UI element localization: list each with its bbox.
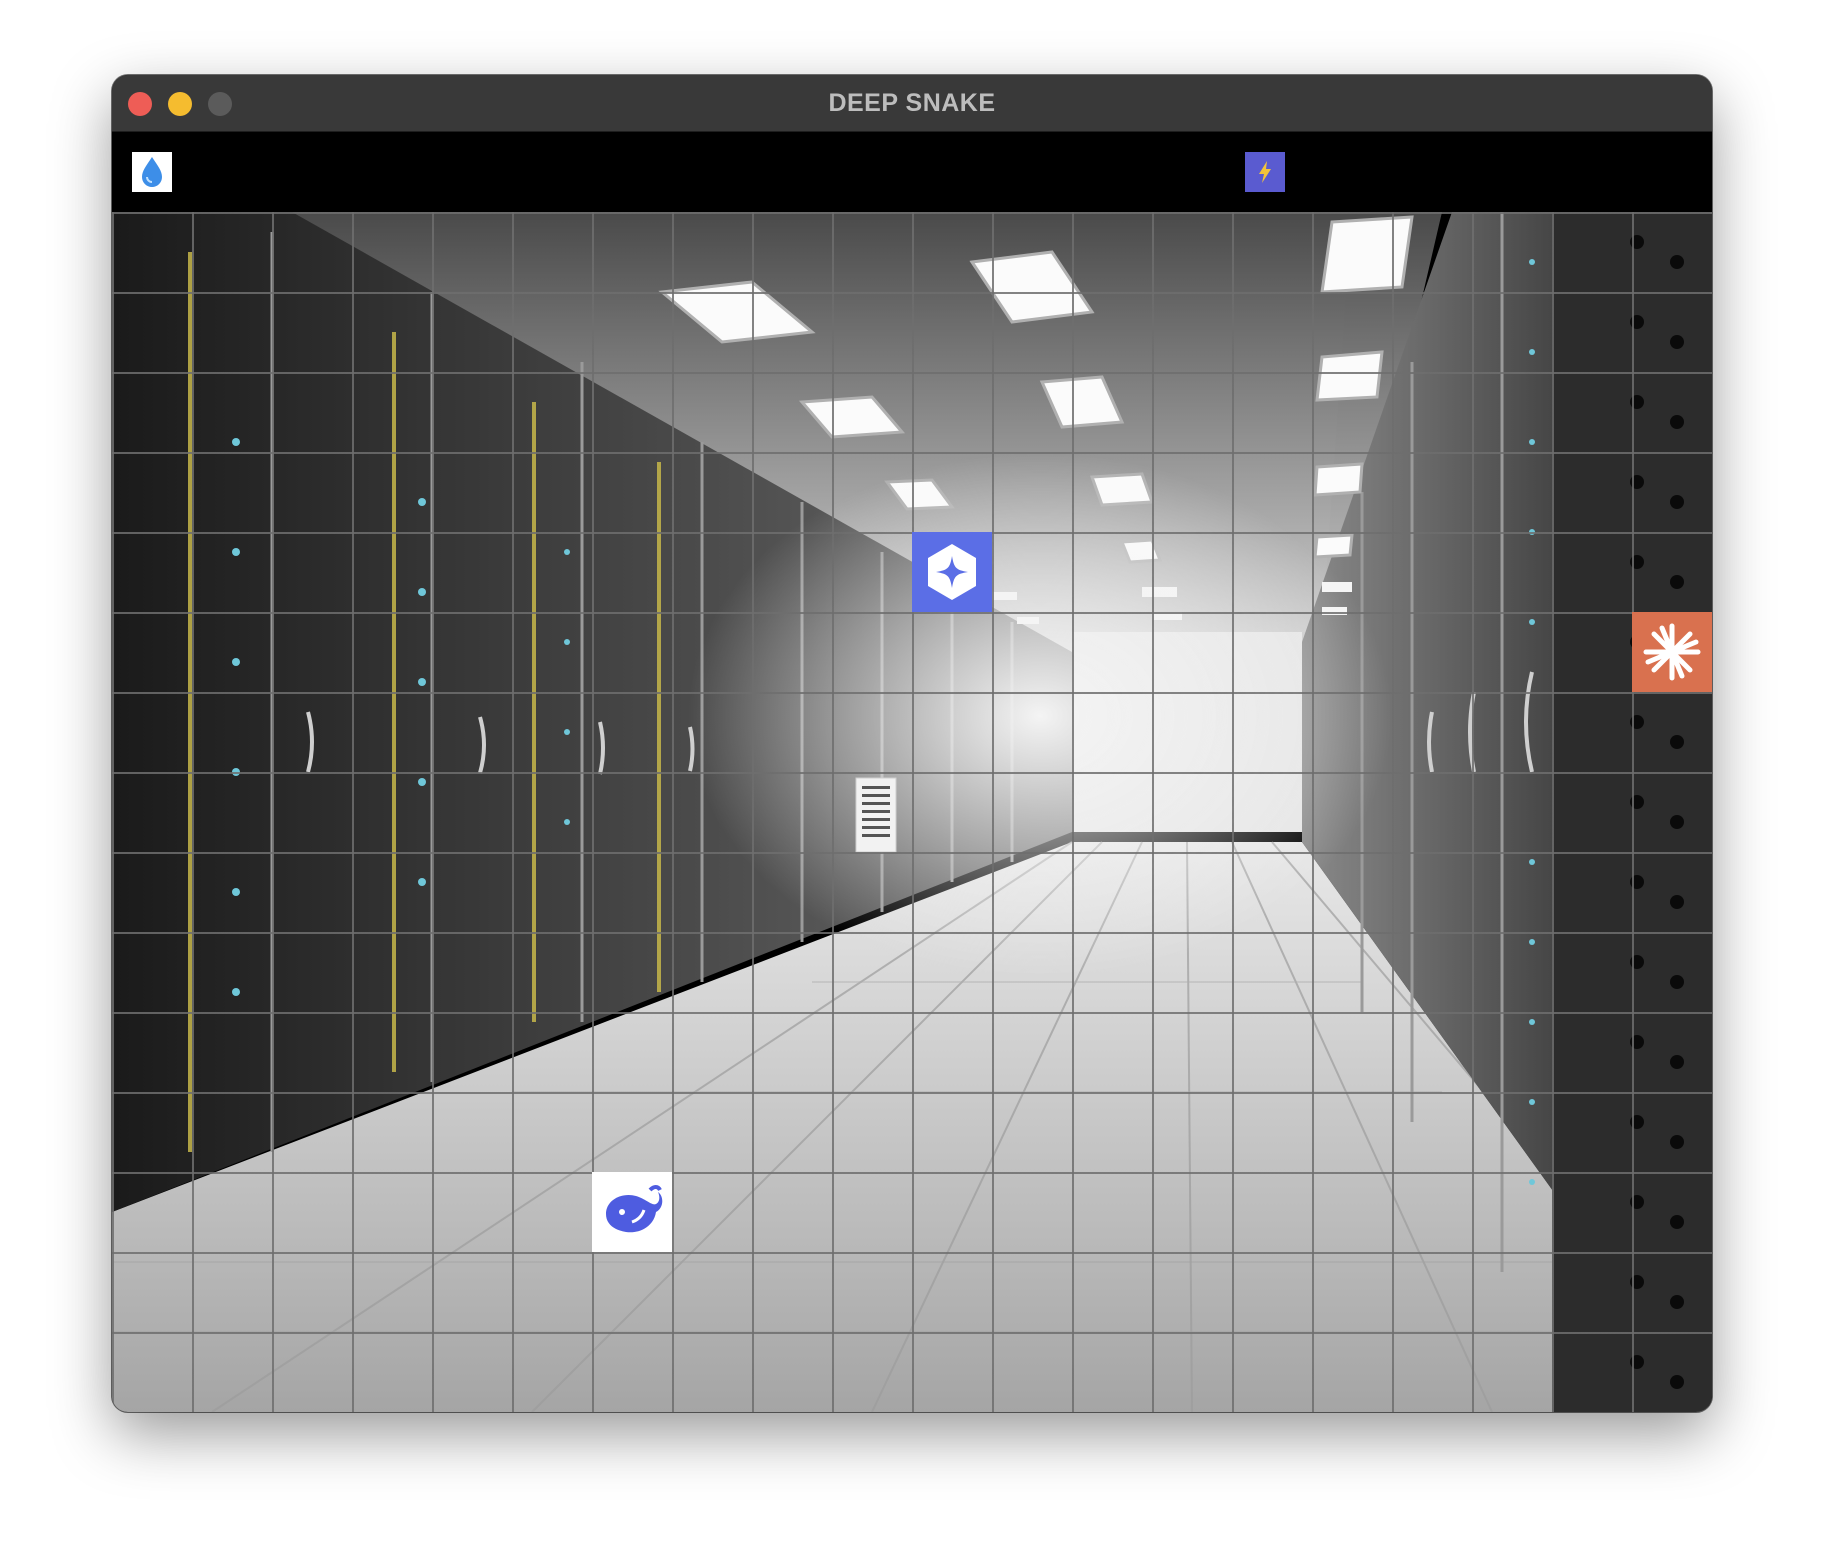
- window-title: DEEP SNAKE: [828, 89, 996, 117]
- title-bar: DEEP SNAKE: [112, 75, 1712, 132]
- water-drop-icon: [132, 152, 172, 192]
- server-room-background: [112, 212, 1712, 1412]
- game-window: DEEP SNAKE: [112, 75, 1712, 1412]
- gemini-sparkle-icon: [912, 532, 992, 612]
- deepseek-whale-icon: [592, 1172, 672, 1252]
- claude-asterisk-icon: [1632, 612, 1712, 692]
- game-board[interactable]: [112, 212, 1712, 1412]
- score-bar: [112, 132, 1712, 212]
- lightning-bolt-icon: [1245, 152, 1285, 192]
